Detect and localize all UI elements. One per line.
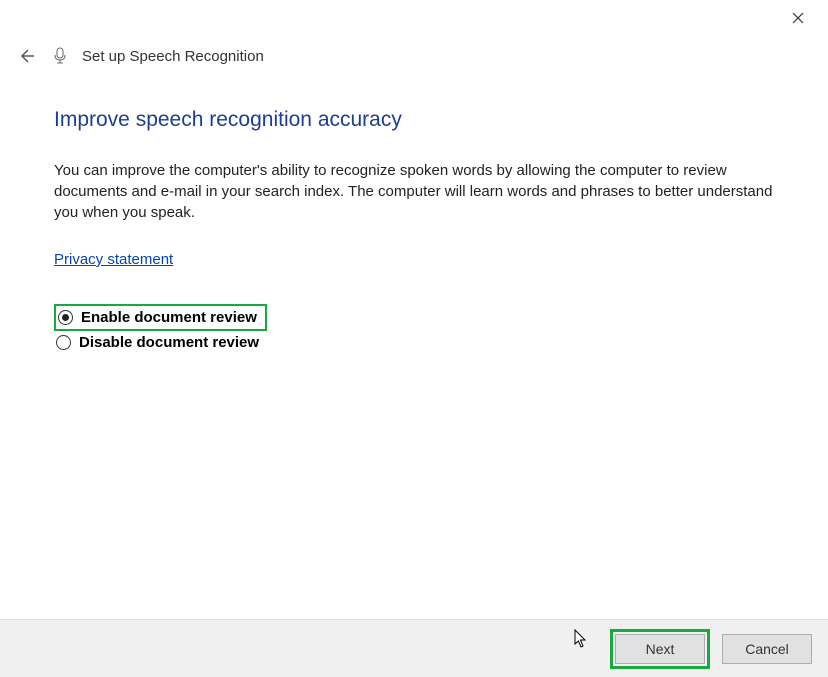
radio-icon	[56, 335, 71, 350]
radio-label: Disable document review	[79, 334, 259, 351]
back-button[interactable]	[14, 44, 38, 68]
next-button-highlight: Next	[610, 629, 710, 669]
page-description: You can improve the computer's ability t…	[54, 160, 788, 223]
wizard-footer: Next Cancel	[0, 619, 828, 677]
document-review-radio-group: Enable document review Disable document …	[54, 304, 788, 354]
close-button[interactable]	[788, 8, 808, 28]
cancel-button[interactable]: Cancel	[722, 634, 812, 664]
close-icon	[792, 12, 804, 24]
disable-document-review-option[interactable]: Disable document review	[54, 331, 267, 354]
radio-icon	[58, 310, 73, 325]
back-arrow-icon	[16, 46, 36, 66]
microphone-icon	[52, 46, 68, 66]
radio-label: Enable document review	[81, 309, 257, 326]
wizard-content: Improve speech recognition accuracy You …	[0, 68, 828, 354]
wizard-header: Set up Speech Recognition	[0, 0, 828, 68]
window-title: Set up Speech Recognition	[82, 48, 264, 65]
next-button[interactable]: Next	[615, 634, 705, 664]
page-heading: Improve speech recognition accuracy	[54, 108, 788, 132]
privacy-statement-link[interactable]: Privacy statement	[54, 251, 173, 268]
enable-document-review-option[interactable]: Enable document review	[54, 304, 267, 331]
